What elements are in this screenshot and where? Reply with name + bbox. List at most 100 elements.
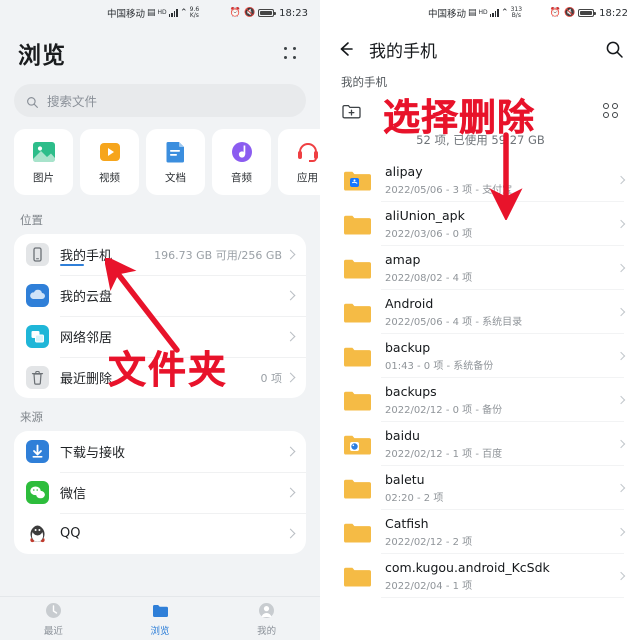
trash-icon [26, 366, 49, 389]
list-item[interactable]: amap 2022/08/02 - 4 项 [321, 246, 640, 290]
chevron-right-icon [285, 290, 296, 301]
chevron-right-icon [616, 483, 626, 493]
file-name: Catfish [385, 516, 429, 531]
tab-recent[interactable]: 最近 [0, 601, 107, 637]
chevron-right-icon [285, 331, 296, 342]
tab-browse[interactable]: 浏览 [107, 601, 214, 637]
list-item-text: baletu 02:20 - 2 项 [385, 472, 443, 504]
qq-icon [26, 522, 49, 545]
file-meta: 02:20 - 2 项 [385, 493, 444, 504]
battery-icon: 86 [578, 9, 596, 17]
search-input[interactable]: 搜索文件 [14, 84, 306, 117]
list-item[interactable]: aliUnion_apk 2022/03/06 - 0 项 [321, 202, 640, 246]
list-item[interactable]: alipay 2022/05/06 - 3 项 - 支付宝 [321, 158, 640, 202]
list-item[interactable]: Catfish 2022/02/12 - 2 项 [321, 510, 640, 554]
network-speed-unit: B/s [511, 12, 521, 19]
list-item[interactable]: backups 2022/02/12 - 0 项 - 备份 [321, 378, 640, 422]
page-title-bar: 浏览 [0, 26, 320, 76]
four-dots-icon[interactable] [282, 45, 302, 61]
selected-underline [60, 264, 84, 266]
sidebar-item-label: 最近删除 [60, 372, 113, 387]
list-item[interactable]: com.kugou.android_KcSdk 2022/02/04 - 1 项 [321, 554, 640, 598]
category-tile-images[interactable]: 图片 [14, 129, 73, 195]
folder-icon [343, 257, 371, 280]
alarm-icon: ⏰ [229, 7, 241, 18]
category-tile-audio[interactable]: 音频 [212, 129, 271, 195]
category-tile-apps[interactable]: 应用 [278, 129, 320, 195]
list-item[interactable]: Android 2022/05/06 - 4 项 - 系统目录 [321, 290, 640, 334]
location-section-title: 位置 [20, 213, 43, 227]
file-meta: 01:43 - 0 项 - 系统备份 [385, 361, 494, 372]
location-list: 我的手机 196.73 GB 可用/256 GB 我的云盘 网络邻居 最近删除 … [14, 234, 306, 398]
sidebar-item-qq[interactable]: QQ [14, 513, 306, 554]
sidebar-item-recently-deleted[interactable]: 最近删除 0 项 [14, 357, 306, 398]
sidebar-item-downloads[interactable]: 下载与接收 [14, 431, 306, 472]
storage-meta: 196.73 GB 可用/256 GB [154, 248, 282, 262]
clock-label: 18:22 [599, 7, 628, 19]
list-item[interactable]: baletu 02:20 - 2 项 [321, 466, 640, 510]
status-bar-right: ⏰ 🔇 86 18:22 [550, 8, 628, 19]
back-arrow-icon[interactable] [337, 40, 355, 58]
status-bar-right: ⏰ 🔇 86 18:23 [230, 8, 308, 19]
mute-icon: 🔇 [243, 7, 256, 18]
chevron-right-icon [616, 307, 626, 317]
chevron-right-icon [285, 372, 296, 383]
folder-icon [343, 565, 371, 588]
list-item[interactable]: baidu 2022/02/12 - 1 项 - 百度 [321, 422, 640, 466]
breadcrumb[interactable]: 我的手机 [321, 68, 640, 90]
source-section-title: 来源 [20, 410, 43, 424]
file-name: backup [385, 340, 431, 355]
category-label: 音频 [231, 172, 252, 184]
sidebar-item-network-neighborhood[interactable]: 网络邻居 [14, 316, 306, 357]
list-item-text: Android 2022/05/06 - 4 项 - 系统目录 [385, 296, 522, 328]
category-label: 应用 [297, 172, 318, 184]
chevron-right-icon [616, 439, 626, 449]
image-icon [31, 139, 57, 165]
sim-icon: ▤ [147, 7, 156, 18]
mute-icon: 🔇 [563, 7, 576, 18]
file-meta: 2022/05/06 - 4 项 - 系统目录 [385, 317, 523, 328]
category-tile-documents[interactable]: 文档 [146, 129, 205, 195]
page-title: 浏览 [18, 43, 66, 69]
battery-icon: 86 [258, 9, 276, 17]
item-count-summary: 52 项, 已使用 59.27 GB [416, 133, 545, 147]
chevron-right-icon [616, 351, 626, 361]
apps-icon [295, 139, 321, 165]
sidebar-item-my-phone[interactable]: 我的手机 196.73 GB 可用/256 GB [14, 234, 306, 275]
sidebar-item-my-cloud[interactable]: 我的云盘 [14, 275, 306, 316]
file-meta: 2022/05/06 - 3 项 - 支付宝 [385, 185, 513, 196]
file-list: alipay 2022/05/06 - 3 项 - 支付宝 aliUnion_a… [321, 158, 640, 598]
wifi-icon: ⌃ [501, 7, 509, 18]
folder-icon [343, 389, 371, 412]
search-placeholder: 搜索文件 [47, 94, 98, 109]
chevron-right-icon [616, 395, 626, 405]
signal-bars-icon [489, 9, 500, 17]
file-name: alipay [385, 164, 423, 179]
file-meta: 2022/08/02 - 4 项 [385, 273, 473, 284]
sidebar-item-wechat[interactable]: 微信 [14, 472, 306, 513]
category-label: 文档 [165, 172, 186, 184]
list-item-text: alipay 2022/05/06 - 3 项 - 支付宝 [385, 164, 512, 196]
file-name: Android [385, 296, 434, 311]
carrier-label: 中国移动 [428, 9, 467, 20]
chevron-right-icon [285, 487, 296, 498]
status-bar-left: 中国移动 ▤ HD ⌃ 9.6 K/s [107, 6, 199, 21]
sidebar-item-label: 我的手机 [60, 249, 113, 264]
clock-icon [44, 601, 63, 620]
category-tile-videos[interactable]: 视频 [80, 129, 139, 195]
list-item-text: baidu 2022/02/12 - 1 项 - 百度 [385, 428, 502, 460]
tab-mine[interactable]: 我的 [213, 601, 320, 637]
search-icon[interactable] [605, 40, 624, 59]
list-item[interactable]: backup 01:43 - 0 项 - 系统备份 [321, 334, 640, 378]
file-meta: 2022/02/12 - 0 项 - 备份 [385, 405, 503, 416]
file-name: amap [385, 252, 421, 267]
source-list: 下载与接收 微信 QQ [14, 431, 306, 554]
audio-icon [229, 139, 255, 165]
tab-label: 浏览 [150, 625, 170, 637]
new-folder-icon[interactable] [341, 101, 362, 122]
page-title: 我的手机 [369, 41, 437, 62]
download-icon [26, 440, 49, 463]
file-name: com.kugou.android_KcSdk [385, 560, 550, 575]
search-icon [26, 94, 39, 108]
grid-view-icon[interactable] [602, 102, 620, 120]
